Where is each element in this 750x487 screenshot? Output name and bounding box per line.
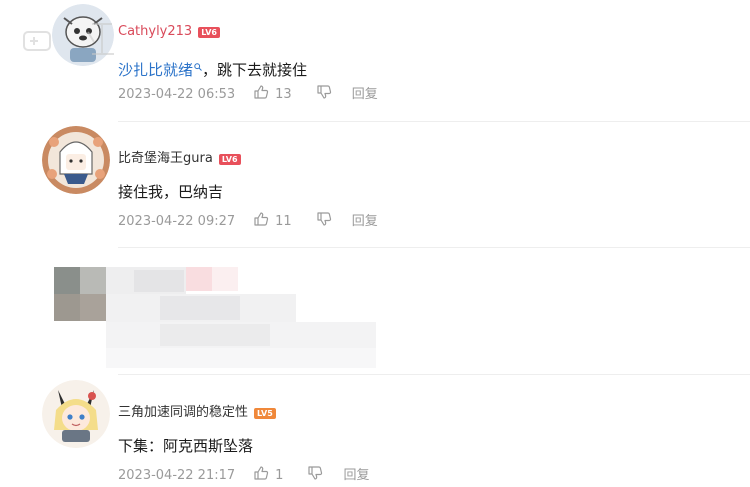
comment-content: 下集：阿克西斯坠落	[118, 436, 253, 456]
avatar[interactable]	[42, 380, 110, 448]
comment-meta: 2023-04-22 09:27 11 回复	[118, 211, 378, 232]
search-link[interactable]: 沙扎比就绪	[118, 61, 202, 79]
timestamp: 2023-04-22 09:27	[118, 213, 236, 229]
like-button[interactable]: 13	[253, 84, 316, 105]
search-icon	[194, 56, 202, 76]
mosaic-block	[186, 267, 212, 291]
timestamp: 2023-04-22 21:17	[118, 467, 236, 483]
comment-text: 下集：阿克西斯坠落	[118, 437, 254, 455]
comment-content: 沙扎比就绪 ，跳下去就接住	[118, 56, 307, 80]
mosaic-block	[160, 324, 270, 346]
reply-button[interactable]: 回复	[343, 468, 369, 484]
comment-text: ，跳下去就接住	[202, 61, 308, 79]
comment-meta: 2023-04-22 06:53 13 回复	[118, 84, 378, 105]
like-count: 13	[275, 86, 292, 102]
mosaic-block	[54, 267, 80, 294]
thumbs-up-icon	[253, 465, 269, 486]
username[interactable]: 比奇堡海王gura	[118, 151, 213, 167]
censored-comment-mosaic	[0, 262, 750, 372]
timestamp: 2023-04-22 06:53	[118, 86, 236, 102]
comment-meta: 2023-04-22 21:17 1 回复	[118, 465, 369, 486]
avatar[interactable]	[42, 126, 110, 194]
thumbs-up-icon	[253, 211, 269, 232]
dislike-button[interactable]	[316, 84, 332, 105]
divider	[118, 121, 750, 122]
comment-content: 接住我，巴纳吉	[118, 182, 223, 202]
thumbs-down-icon	[316, 84, 332, 105]
mosaic-block	[80, 294, 106, 321]
comment-header: Cathyly213 LV6	[118, 24, 220, 40]
watermark-logo	[22, 18, 122, 66]
dislike-button[interactable]	[307, 465, 323, 486]
mosaic-block	[134, 270, 184, 292]
thumbs-down-icon	[316, 211, 332, 232]
level-badge: LV5	[254, 407, 276, 419]
like-button[interactable]: 11	[253, 211, 316, 232]
level-badge: LV6	[218, 153, 241, 165]
comment-text: 接住我，巴纳吉	[118, 183, 224, 201]
mosaic-block	[212, 267, 238, 291]
level-badge: LV6	[198, 26, 220, 38]
divider	[118, 247, 750, 248]
mosaic-block	[160, 296, 240, 320]
like-count: 1	[275, 467, 284, 483]
reply-button[interactable]: 回复	[352, 214, 378, 230]
mosaic-block	[80, 267, 106, 294]
username[interactable]: 三角加速同调的稳定性	[118, 405, 248, 421]
like-count: 11	[275, 213, 292, 229]
mosaic-block	[54, 294, 80, 321]
comment-header: 比奇堡海王gura LV6	[118, 151, 241, 167]
thumbs-up-icon	[253, 84, 269, 105]
mosaic-block	[106, 348, 376, 368]
thumbs-down-icon	[307, 465, 323, 486]
dislike-button[interactable]	[316, 211, 332, 232]
divider	[118, 374, 750, 375]
username[interactable]: Cathyly213	[118, 24, 192, 40]
comment-header: 三角加速同调的稳定性 LV5	[118, 405, 276, 421]
like-button[interactable]: 1	[253, 465, 307, 486]
reply-button[interactable]: 回复	[352, 87, 378, 103]
